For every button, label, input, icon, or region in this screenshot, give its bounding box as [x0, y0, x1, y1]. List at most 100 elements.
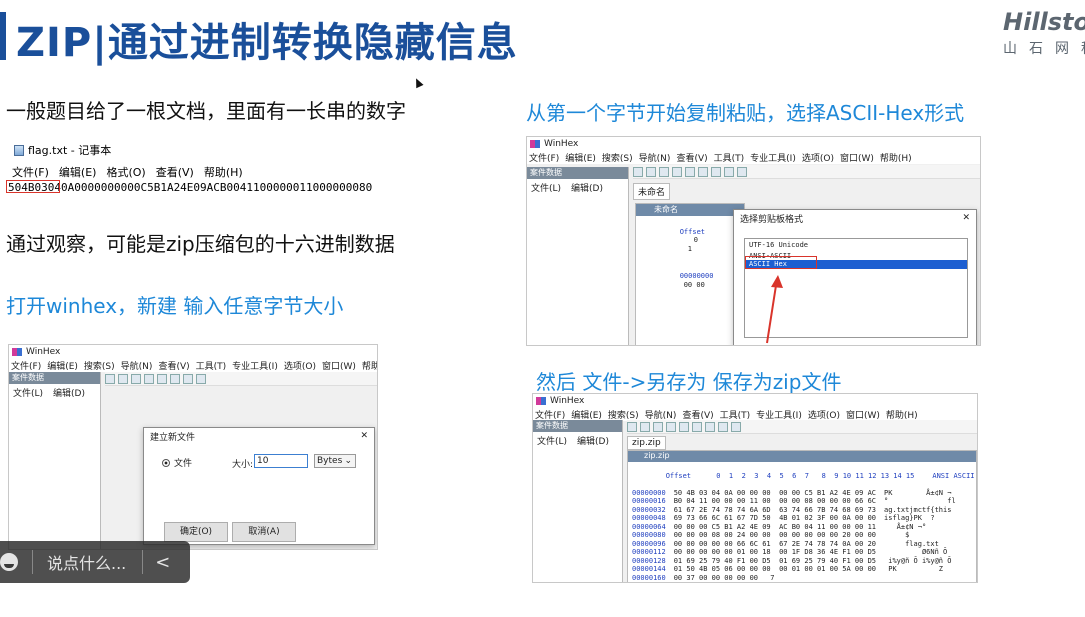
pane-edit-tab[interactable]: 编辑(D)	[53, 386, 85, 399]
pane-file-tab[interactable]: 文件(L)	[13, 386, 43, 399]
menu-help[interactable]: 帮助(H)	[880, 151, 912, 164]
save-icon[interactable]	[653, 421, 663, 432]
copy-icon[interactable]	[705, 421, 715, 432]
open-icon[interactable]	[646, 166, 656, 177]
menu-nav[interactable]: 导航(N)	[639, 151, 671, 164]
row-ascii[interactable]: i%y@ñ Õ i%y@ñ Õ	[884, 557, 951, 565]
notepad-content[interactable]: 504B03040A0000000000C5B1A24E09ACB0041100…	[6, 180, 380, 194]
undo-icon[interactable]	[698, 166, 708, 177]
menu-window[interactable]: 窗口(W)	[322, 359, 356, 372]
hex-cells[interactable]: 00 00	[684, 281, 705, 289]
print-icon[interactable]	[666, 421, 676, 432]
menu-view[interactable]: 查看(V)	[676, 151, 707, 164]
print-icon[interactable]	[672, 166, 682, 177]
hex-row[interactable]: 00000048 69 73 66 6C 61 67 7D 50 4B 01 02…	[628, 514, 976, 523]
file-radio-icon[interactable]	[162, 458, 170, 467]
save-icon[interactable]	[659, 166, 669, 177]
row-hex[interactable]: 00 00 00 C5 B1 A2 4E 09 AC B0 04 11 00 0…	[674, 523, 876, 531]
hex-row[interactable]: 00000064 00 00 00 C5 B1 A2 4E 09 AC B0 04…	[628, 523, 976, 532]
np-menu-help[interactable]: 帮助(H)	[204, 164, 243, 180]
open-icon[interactable]	[118, 373, 128, 384]
row-ascii[interactable]: Å±¢N ¬°	[884, 523, 927, 531]
row-hex[interactable]: B0 04 11 00 00 00 11 00 00 00 08 00 00 0…	[674, 497, 876, 505]
hex-rows[interactable]: 00000000 50 4B 03 04 0A 00 00 00 00 00 C5…	[628, 489, 976, 583]
hex-row[interactable]: 00000080 00 00 00 08 00 24 00 00 00 00 00…	[628, 531, 976, 540]
pane-edit-tab[interactable]: 编辑(D)	[577, 434, 609, 447]
hex-row[interactable]: 00000032 61 67 2E 74 78 74 6A 6D 63 74 66…	[628, 506, 976, 515]
chat-input[interactable]: 说点什么...	[47, 550, 126, 574]
doc-tab[interactable]: 未命名	[633, 183, 671, 200]
menu-tools[interactable]: 工具(T)	[714, 151, 745, 164]
row-ascii[interactable]: PK Z	[884, 565, 943, 573]
row-hex[interactable]: 00 00 00 00 00 01 00 18 00 1F D8 36 4E F…	[674, 548, 876, 556]
menu-edit[interactable]: 编辑(E)	[47, 359, 78, 372]
properties-icon[interactable]	[685, 166, 695, 177]
menu-file[interactable]: 文件(F)	[11, 359, 41, 372]
open-icon[interactable]	[640, 421, 650, 432]
emoji-icon[interactable]	[0, 553, 18, 571]
menu-pro-tools[interactable]: 专业工具(I)	[232, 359, 278, 372]
np-menu-format[interactable]: 格式(O)	[106, 164, 145, 180]
row-hex[interactable]: 01 50 4B 05 06 00 00 00 00 01 00 01 00 5…	[674, 565, 876, 573]
hex-row[interactable]: 00000016 B0 04 11 00 00 00 11 00 00 00 08…	[628, 497, 976, 506]
paste-icon[interactable]	[724, 166, 734, 177]
collapse-button[interactable]: <	[155, 552, 170, 573]
close-icon[interactable]: ✕	[962, 213, 970, 223]
doc-tab[interactable]: zip.zip	[627, 436, 666, 450]
menu-window[interactable]: 窗口(W)	[840, 151, 874, 164]
properties-icon[interactable]	[679, 421, 689, 432]
print-icon[interactable]	[144, 373, 154, 384]
find-icon[interactable]	[731, 421, 741, 432]
paste-icon[interactable]	[718, 421, 728, 432]
hex-row[interactable]: 00000144 01 50 4B 05 06 00 00 00 00 01 00…	[628, 565, 976, 574]
menu-search[interactable]: 搜索(S)	[602, 151, 633, 164]
hex-row[interactable]: 00000128 01 69 25 79 40 F1 00 D5 01 69 25…	[628, 557, 976, 566]
menu-pro-tools[interactable]: 专业工具(I)	[750, 151, 796, 164]
menu-search[interactable]: 搜索(S)	[84, 359, 115, 372]
row-ascii[interactable]: PK Å±¢N ¬	[884, 489, 951, 497]
row-hex[interactable]: 01 69 25 79 40 F1 00 D5 01 69 25 79 40 F…	[674, 557, 876, 565]
row-hex[interactable]: 00 37 00 00 00 00 00	[674, 574, 758, 582]
row-hex[interactable]: 61 67 2E 74 78 74 6A 6D 63 74 66 7B 74 6…	[674, 506, 876, 514]
hex-row[interactable]: 00000160 00 37 00 00 00 00 00 7	[628, 574, 976, 583]
format-list[interactable]: UTF-16 Unicode ANSI-ASCII ASCII Hex	[744, 238, 968, 344]
row-ascii[interactable]: Ø6Nñ Õ	[884, 548, 947, 556]
new-file-icon[interactable]	[627, 421, 637, 432]
copy-icon[interactable]	[711, 166, 721, 177]
pane-edit-tab[interactable]: 编辑(D)	[571, 181, 603, 194]
row-ascii[interactable]: ° fl	[884, 497, 956, 505]
row-hex[interactable]: 00 00 00 08 00 24 00 00 00 00 00 00 00 2…	[674, 531, 876, 539]
menu-options[interactable]: 选项(O)	[284, 359, 316, 372]
paste-icon[interactable]	[196, 373, 206, 384]
np-menu-file[interactable]: 文件(F)	[12, 164, 49, 180]
menu-view[interactable]: 查看(V)	[158, 359, 189, 372]
hex-row[interactable]: 00000096 00 00 00 00 00 66 6C 61 67 2E 74…	[628, 540, 976, 549]
row-ascii[interactable]: $	[884, 531, 909, 539]
row-hex[interactable]: 00 00 00 00 00 66 6C 61 67 2E 74 78 74 0…	[674, 540, 876, 548]
menu-tools[interactable]: 工具(T)	[196, 359, 227, 372]
close-icon[interactable]: ✕	[360, 431, 368, 441]
row-hex[interactable]: 69 73 66 6C 61 67 7D 50 4B 01 02 3F 00 0…	[674, 514, 876, 522]
new-file-icon[interactable]	[105, 373, 115, 384]
hex-row[interactable]: 00000112 00 00 00 00 00 01 00 18 00 1F D8…	[628, 548, 976, 557]
np-menu-edit[interactable]: 编辑(E)	[59, 164, 97, 180]
menu-nav[interactable]: 导航(N)	[121, 359, 153, 372]
save-icon[interactable]	[131, 373, 141, 384]
pane-file-tab[interactable]: 文件(L)	[537, 434, 567, 447]
size-input[interactable]: 10	[254, 454, 308, 468]
row-ascii[interactable]: ag.txtjmctf{this	[884, 506, 951, 514]
properties-icon[interactable]	[157, 373, 167, 384]
unit-select[interactable]: Bytes ⌄	[314, 454, 356, 468]
copy-icon[interactable]	[183, 373, 193, 384]
menu-help[interactable]: 帮助(H)	[362, 359, 377, 372]
menu-edit[interactable]: 编辑(E)	[565, 151, 596, 164]
row-ascii[interactable]: 7	[766, 574, 774, 582]
row-hex[interactable]: 50 4B 03 04 0A 00 00 00 00 00 C5 B1 A2 4…	[674, 489, 876, 497]
np-menu-view[interactable]: 查看(V)	[156, 164, 194, 180]
ok-button[interactable]: 确定(O)	[164, 522, 228, 542]
row-ascii[interactable]: flag.txt	[884, 540, 939, 548]
undo-icon[interactable]	[170, 373, 180, 384]
new-file-icon[interactable]	[633, 166, 643, 177]
row-ascii[interactable]: isflag}PK ?	[884, 514, 935, 522]
menu-file[interactable]: 文件(F)	[529, 151, 559, 164]
